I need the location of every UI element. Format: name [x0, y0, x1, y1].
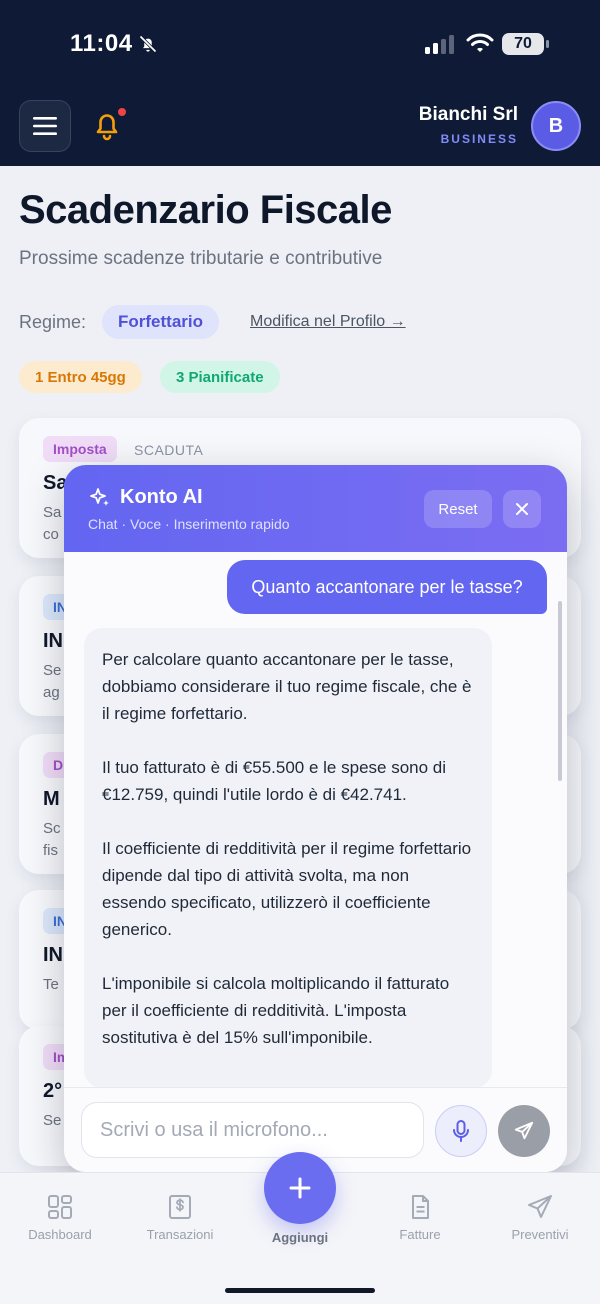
chat-title: Konto AI	[120, 486, 203, 508]
card-status: SCADUTA	[134, 442, 204, 458]
nav-dashboard[interactable]: Dashboard	[10, 1193, 110, 1242]
due-soon-badge[interactable]: 1 Entro 45gg	[19, 361, 142, 393]
nav-quotes[interactable]: Preventivi	[490, 1193, 590, 1242]
assistant-paragraph: L'imponibile si calcola moltiplicando il…	[102, 974, 450, 1047]
notification-dot	[118, 108, 126, 116]
top-header: 11:04 70 Bianchi Srl BUSINESS B	[0, 0, 600, 166]
chat-input[interactable]: Scrivi o usa il microfono...	[81, 1102, 424, 1158]
assistant-paragraph: Per calcolare quanto accantonare per le …	[102, 650, 472, 723]
company-info: Bianchi Srl BUSINESS	[419, 104, 518, 146]
card-desc: Se	[43, 1112, 62, 1129]
nav-label: Preventivi	[511, 1227, 569, 1242]
plus-icon	[289, 1177, 311, 1199]
send-button[interactable]	[498, 1105, 550, 1157]
chat-subtitle: Chat · Voce · Inserimento rapido	[88, 516, 290, 532]
nav-label: Transazioni	[146, 1227, 214, 1242]
card-desc: Te	[43, 976, 59, 993]
battery-indicator: 70	[502, 33, 549, 55]
close-button[interactable]	[503, 490, 541, 528]
signal-icon	[425, 35, 454, 54]
page-title: Scadenzario Fiscale	[19, 188, 392, 232]
regime-pill: Forfettario	[102, 305, 219, 339]
card-title: M	[43, 788, 60, 810]
sparkle-icon	[90, 488, 109, 506]
nav-invoices[interactable]: Fatture	[370, 1193, 470, 1242]
send-icon	[514, 1121, 534, 1140]
card-title: IN	[43, 630, 63, 652]
grid-icon	[48, 1195, 72, 1219]
reset-button[interactable]: Reset	[424, 490, 492, 528]
receipt-dollar-icon	[169, 1195, 191, 1219]
menu-button[interactable]	[19, 100, 71, 152]
planned-badge[interactable]: 3 Pianificate	[160, 361, 280, 393]
add-label: Aggiungi	[271, 1230, 329, 1245]
card-desc: Sc fis	[43, 820, 61, 859]
card-desc: Sa co	[43, 504, 62, 543]
nav-transactions[interactable]: Transazioni	[130, 1193, 230, 1242]
document-icon	[412, 1195, 429, 1219]
paper-plane-icon	[528, 1195, 552, 1218]
card-tag: Imposta	[43, 436, 117, 462]
card-title: 2°	[43, 1080, 63, 1102]
hamburger-icon	[33, 117, 57, 135]
assistant-message: Per calcolare quanto accantonare per le …	[84, 628, 492, 1088]
add-button[interactable]	[264, 1152, 336, 1224]
user-message: Quanto accantonare per le tasse?	[227, 560, 547, 614]
ai-chat-panel: Konto AI Chat · Voce · Inserimento rapid…	[64, 465, 567, 1172]
company-name: Bianchi Srl	[418, 104, 518, 125]
assistant-paragraph: Il coefficiente di redditività per il re…	[102, 839, 472, 939]
nav-label: Dashboard	[28, 1227, 92, 1242]
assistant-paragraph: Il tuo fatturato è di €55.500 e le spese…	[102, 758, 447, 804]
nav-label: Fatture	[399, 1227, 441, 1242]
mic-button[interactable]	[435, 1105, 487, 1157]
company-type: BUSINESS	[440, 132, 518, 146]
avatar[interactable]: B	[531, 101, 581, 151]
card-desc: Se ag	[43, 662, 62, 701]
regime-label: Regime:	[19, 312, 87, 332]
chat-header: Konto AI Chat · Voce · Inserimento rapid…	[64, 465, 567, 552]
edit-profile-link[interactable]: Modifica nel Profilo →	[250, 313, 406, 331]
close-icon	[516, 503, 528, 515]
card-title: IN	[43, 944, 63, 966]
chat-scrollbar[interactable]	[558, 601, 562, 781]
microphone-icon	[453, 1120, 469, 1142]
bell-off-icon	[139, 35, 157, 53]
status-time: 11:04	[70, 30, 133, 57]
wifi-icon	[466, 33, 494, 52]
home-indicator	[225, 1288, 375, 1293]
page-subtitle: Prossime scadenze tributarie e contribut…	[19, 248, 383, 269]
